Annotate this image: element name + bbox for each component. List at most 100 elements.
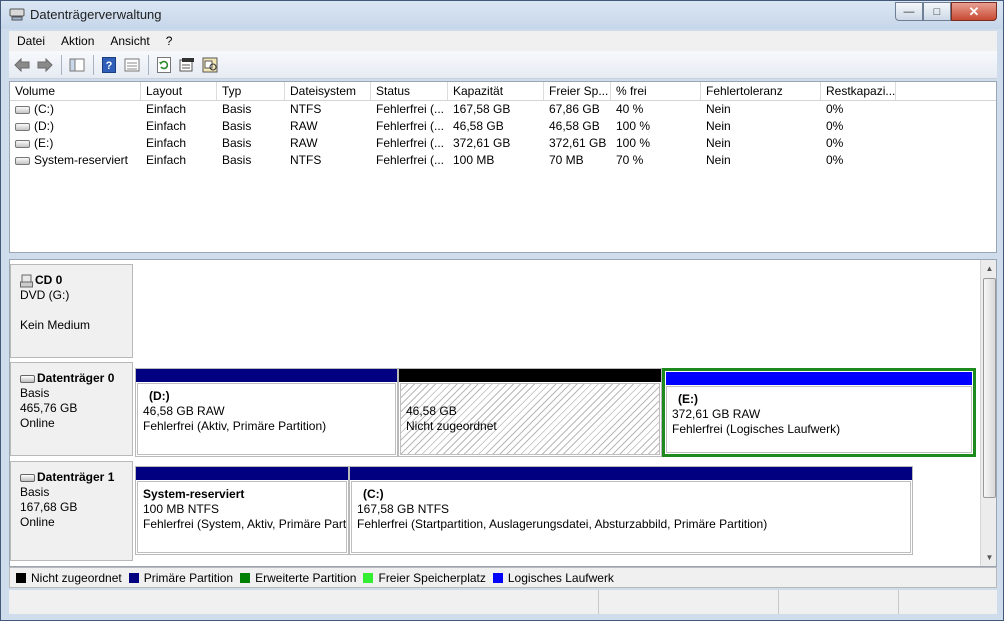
partition-size: 100 MB NTFS: [143, 502, 220, 516]
disk-label-cd0[interactable]: CD 0 DVD (G:) Kein Medium: [10, 264, 133, 358]
column-header-restkapazitaet[interactable]: Restkapazi...: [821, 82, 896, 100]
partition-name: System-reserviert: [143, 487, 245, 501]
partition-status: Fehlerfrei (Logisches Laufwerk): [672, 422, 841, 436]
column-header-kapazitaet[interactable]: Kapazität: [448, 82, 544, 100]
status-segment: [9, 590, 599, 614]
title-bar: Datenträgerverwaltung — □ ✕: [1, 1, 1003, 29]
cell-prozent-frei: 100 %: [616, 136, 651, 150]
scroll-up-icon[interactable]: ▲: [981, 260, 996, 277]
column-header-dateisystem[interactable]: Dateisystem: [285, 82, 371, 100]
cell-kapazitaet: 167,58 GB: [453, 102, 511, 116]
cell-typ: Basis: [222, 153, 252, 167]
status-segment: [779, 590, 899, 614]
partition-e[interactable]: (E:) 372,61 GB RAW Fehlerfrei (Logisches…: [662, 368, 976, 457]
cell-freier-speicher: 372,61 GB: [549, 136, 607, 150]
cell-volume: (D:): [34, 119, 54, 133]
menu-help[interactable]: ?: [158, 34, 181, 48]
cell-layout: Einfach: [146, 119, 187, 133]
partition-status: Fehlerfrei (System, Aktiv, Primäre Part: [143, 517, 347, 531]
cell-status: Fehlerfrei (...: [376, 153, 445, 167]
legend-item: Nicht zugeordnet: [16, 571, 122, 585]
disk-title: CD 0: [35, 273, 63, 287]
partition-size: 46,58 GB RAW: [143, 404, 225, 418]
window-title: Datenträgerverwaltung: [30, 7, 162, 22]
partition-status: Nicht zugeordnet: [406, 419, 497, 433]
disk-graph-pane: CD 0 DVD (G:) Kein Medium Datenträger 0 …: [9, 259, 997, 567]
menu-datei[interactable]: Datei: [9, 34, 53, 48]
disk-drive-letter: DVD (G:): [20, 288, 70, 302]
partition-c[interactable]: (C:) 167,58 GB NTFS Fehlerfrei (Startpar…: [349, 466, 913, 555]
properties-view-button[interactable]: [121, 54, 143, 76]
hard-disk-icon: [20, 473, 35, 482]
disk-management-window: Datenträgerverwaltung — □ ✕ Datei Aktion…: [0, 0, 1004, 621]
refresh-icon: [157, 56, 171, 73]
partition-bar: [350, 467, 912, 480]
cell-prozent-frei: 100 %: [616, 119, 651, 133]
scroll-thumb[interactable]: [983, 278, 996, 498]
cell-status: Fehlerfrei (...: [376, 102, 445, 116]
disk-size: 465,76 GB: [20, 401, 78, 415]
toolbar-separator: [61, 54, 62, 75]
disk-title: Datenträger 0: [37, 371, 115, 385]
table-row[interactable]: System-reserviert Einfach Basis NTFS Feh…: [10, 152, 996, 169]
legend-swatch: [363, 572, 374, 583]
help-button[interactable]: ?: [98, 54, 120, 76]
forward-button[interactable]: [34, 54, 56, 76]
legend-label: Freier Speicherplatz: [378, 570, 486, 585]
cell-prozent-frei: 70 %: [616, 153, 644, 167]
legend-label: Nicht zugeordnet: [31, 570, 122, 585]
rescan-button[interactable]: [199, 54, 221, 76]
table-row[interactable]: (D:) Einfach Basis RAW Fehlerfrei (... 4…: [10, 118, 996, 135]
scroll-down-icon[interactable]: ▼: [981, 549, 996, 566]
disk-type: Basis: [20, 386, 50, 400]
back-button[interactable]: [11, 54, 33, 76]
drive-icon: [15, 139, 30, 148]
cell-layout: Einfach: [146, 102, 187, 116]
refresh-button[interactable]: [153, 54, 175, 76]
column-header-freier-speicher[interactable]: Freier Sp...: [544, 82, 611, 100]
table-row[interactable]: (C:) Einfach Basis NTFS Fehlerfrei (... …: [10, 101, 996, 118]
partition-bar: [666, 372, 972, 385]
menu-ansicht[interactable]: Ansicht: [102, 34, 157, 48]
partition-bar: [399, 369, 661, 382]
cell-prozent-frei: 40 %: [616, 102, 644, 116]
disk-label-d1[interactable]: Datenträger 1 Basis 167,68 GB Online: [10, 461, 133, 561]
cell-restkapazitaet: 0%: [826, 102, 844, 116]
volume-list-header: Volume Layout Typ Dateisystem Status Kap…: [10, 82, 996, 101]
partition-name: (D:): [149, 389, 170, 403]
disk-size: 167,68 GB: [20, 500, 78, 514]
cell-dateisystem: RAW: [290, 119, 318, 133]
vertical-scrollbar[interactable]: ▲ ▼: [980, 260, 996, 566]
column-header-status[interactable]: Status: [371, 82, 448, 100]
disk-properties-button[interactable]: [176, 54, 198, 76]
column-header-fehlertoleranz[interactable]: Fehlertoleranz: [701, 82, 821, 100]
column-header-prozent-frei[interactable]: % frei: [611, 82, 701, 100]
cell-fehlertoleranz: Nein: [706, 153, 731, 167]
column-header-layout[interactable]: Layout: [141, 82, 217, 100]
disk-label-d0[interactable]: Datenträger 0 Basis 465,76 GB Online: [10, 362, 133, 456]
partition-status: Fehlerfrei (Aktiv, Primäre Partition): [143, 419, 327, 433]
maximize-button[interactable]: □: [923, 2, 951, 21]
disk-state: Online: [20, 416, 55, 430]
cell-fehlertoleranz: Nein: [706, 102, 731, 116]
cell-volume: (C:): [34, 102, 54, 116]
maximize-icon: □: [933, 5, 941, 18]
cd-drive-icon: [20, 274, 33, 287]
close-button[interactable]: ✕: [951, 2, 997, 21]
column-header-typ[interactable]: Typ: [217, 82, 285, 100]
close-icon: ✕: [968, 3, 980, 19]
disk-type: Basis: [20, 485, 50, 499]
minimize-button[interactable]: —: [895, 2, 923, 21]
toolbar-separator: [148, 54, 149, 75]
table-row[interactable]: (E:) Einfach Basis RAW Fehlerfrei (... 3…: [10, 135, 996, 152]
show-hide-tree-button[interactable]: [66, 54, 88, 76]
column-header-volume[interactable]: Volume: [10, 82, 141, 100]
legend-label: Primäre Partition: [143, 570, 234, 585]
partition-system-reserved[interactable]: System-reserviert 100 MB NTFS Fehlerfrei…: [135, 466, 349, 555]
partition-bar: [136, 369, 397, 382]
menu-aktion[interactable]: Aktion: [53, 34, 102, 48]
partition-d[interactable]: (D:) 46,58 GB RAW Fehlerfrei (Aktiv, Pri…: [135, 368, 398, 457]
legend-label: Logisches Laufwerk: [507, 570, 614, 585]
partition-unallocated[interactable]: 46,58 GB Nicht zugeordnet: [398, 368, 662, 457]
partition-size: 372,61 GB RAW: [672, 407, 761, 421]
